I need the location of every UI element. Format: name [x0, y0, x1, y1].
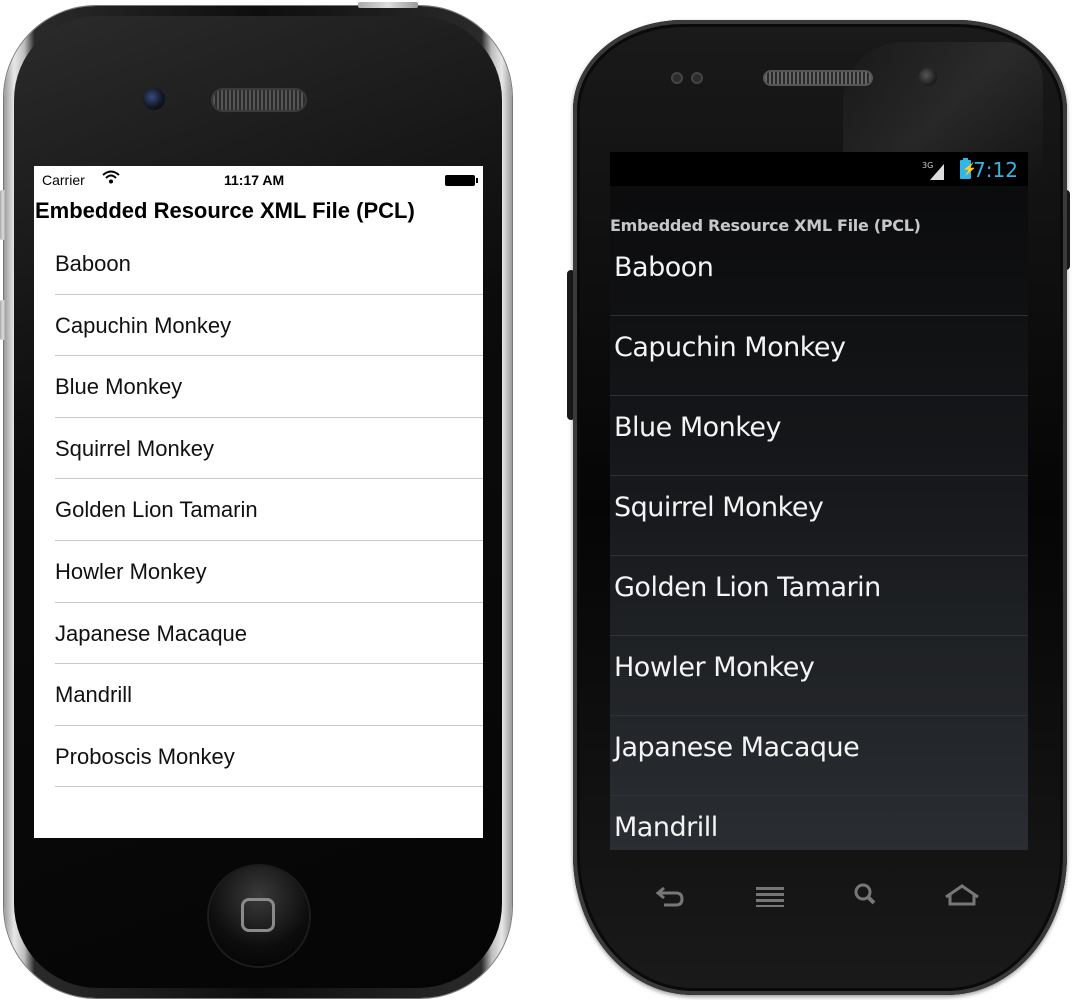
list-item-label: Golden Lion Tamarin	[55, 497, 258, 523]
list-item-label: Golden Lion Tamarin	[614, 572, 881, 603]
list-item[interactable]: Blue Monkey	[610, 396, 1028, 476]
battery-icon: ⚡	[960, 158, 977, 179]
list-item[interactable]: Blue Monkey	[34, 356, 483, 418]
list-item[interactable]: Howler Monkey	[610, 636, 1028, 716]
home-button[interactable]	[209, 866, 309, 966]
list-item[interactable]: Mandrill	[34, 664, 483, 726]
ios-screen: Carrier 11:17 AM Embedded Resource XML F…	[34, 166, 483, 838]
list-item[interactable]: Japanese Macaque	[34, 603, 483, 665]
light-sensor	[691, 72, 703, 84]
list-item[interactable]: Baboon	[34, 233, 483, 295]
signal-icon: 3G	[922, 161, 944, 180]
list-item-label: Mandrill	[614, 812, 718, 843]
battery-icon	[445, 175, 478, 186]
list-item-label: Japanese Macaque	[614, 732, 860, 763]
list-item[interactable]: Japanese Macaque	[610, 716, 1028, 796]
page-title: Embedded Resource XML File (PCL)	[610, 216, 921, 235]
search-icon[interactable]	[846, 880, 886, 910]
list-item[interactable]: Golden Lion Tamarin	[610, 556, 1028, 636]
list-item-label: Blue Monkey	[614, 412, 782, 443]
list-item-label: Capuchin Monkey	[614, 332, 846, 363]
android-status-bar: 3G ⚡ 7:12	[610, 152, 1028, 186]
home-square-icon	[241, 898, 275, 932]
list-item-label: Proboscis Monkey	[55, 743, 235, 769]
proximity-sensor	[671, 72, 683, 84]
ios-status-bar: Carrier 11:17 AM	[34, 166, 483, 194]
android-screen: 3G ⚡ 7:12 Embedded Resource XML File (PC…	[610, 152, 1028, 850]
home-icon[interactable]	[942, 880, 982, 910]
list-item[interactable]: Proboscis Monkey	[34, 726, 483, 788]
status-time: 7:12	[973, 158, 1018, 182]
list-item[interactable]: Baboon	[610, 236, 1028, 316]
monkey-list: Baboon Capuchin Monkey Blue Monkey Squir…	[34, 233, 483, 787]
front-camera	[143, 88, 165, 110]
back-icon[interactable]	[650, 880, 690, 910]
list-item-label: Japanese Macaque	[55, 620, 248, 646]
list-item-label: Howler Monkey	[614, 652, 815, 683]
list-item[interactable]: Howler Monkey	[34, 541, 483, 603]
iphone-top-button	[358, 2, 418, 8]
list-item-label: Baboon	[614, 252, 714, 283]
iphone-side-button	[0, 300, 6, 340]
monkey-list: Baboon Capuchin Monkey Blue Monkey Squir…	[610, 236, 1028, 850]
list-item-label: Blue Monkey	[55, 374, 183, 400]
list-item[interactable]: Squirrel Monkey	[34, 418, 483, 480]
carrier-label: Carrier	[42, 172, 85, 188]
list-item[interactable]: Squirrel Monkey	[610, 476, 1028, 556]
list-item[interactable]: Mandrill	[610, 796, 1028, 850]
list-item-label: Howler Monkey	[55, 558, 207, 584]
android-nav-bar	[610, 850, 1028, 946]
wifi-icon	[102, 170, 120, 184]
list-item[interactable]: Capuchin Monkey	[34, 295, 483, 357]
list-item-label: Squirrel Monkey	[55, 435, 214, 461]
svg-text:3G: 3G	[922, 161, 933, 170]
menu-icon[interactable]	[750, 880, 790, 910]
list-item-label: Baboon	[55, 251, 131, 276]
list-item-label: Squirrel Monkey	[614, 492, 824, 523]
list-item-label: Mandrill	[55, 682, 133, 708]
front-camera	[919, 68, 937, 86]
status-time: 11:17 AM	[224, 172, 285, 188]
page-title: Embedded Resource XML File (PCL)	[35, 198, 415, 223]
list-item[interactable]: Capuchin Monkey	[610, 316, 1028, 396]
iphone-side-button	[0, 190, 6, 240]
earpiece-speaker	[763, 70, 873, 86]
earpiece-speaker	[211, 88, 307, 112]
list-item-label: Capuchin Monkey	[55, 312, 232, 338]
list-item[interactable]: Golden Lion Tamarin	[34, 479, 483, 541]
